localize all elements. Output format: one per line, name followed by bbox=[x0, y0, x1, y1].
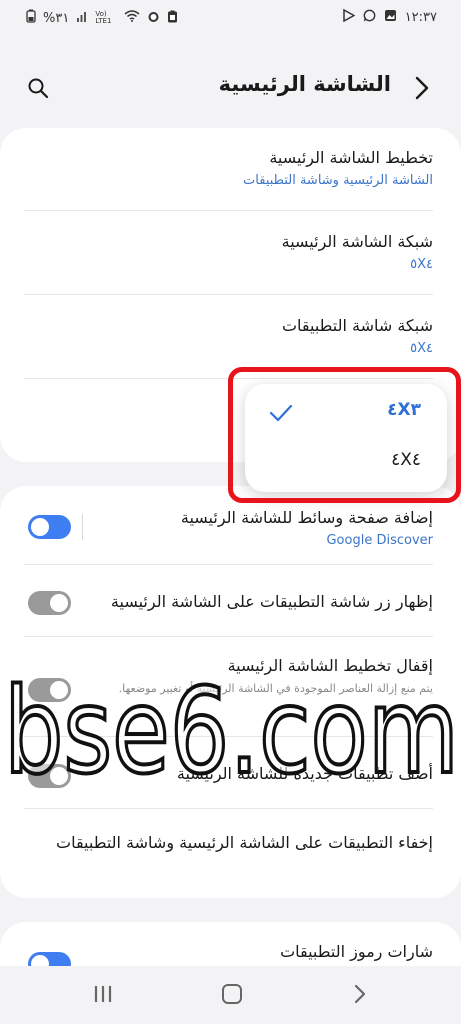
apps-button-title: إظهار زر شاشة التطبيقات على الشاشة الرئي… bbox=[110, 592, 433, 611]
wifi-icon bbox=[124, 10, 140, 26]
home-layout-setting[interactable]: تخطيط الشاشة الرئيسية الشاشة الرئيسية وش… bbox=[24, 148, 433, 188]
divider bbox=[24, 808, 433, 809]
app-badges-setting[interactable]: شارات رموز التطبيقات bbox=[96, 942, 433, 961]
status-right: ١٢:٣٧ bbox=[342, 8, 437, 26]
status-bar: %٣١ Vo) LTE1 ١٢:٣٧ bbox=[0, 0, 461, 34]
divider bbox=[24, 564, 433, 565]
whatsapp-icon bbox=[363, 9, 376, 26]
apps-grid-setting[interactable]: شبكة شاشة التطبيقات ٥X٤ bbox=[24, 316, 433, 356]
home-grid-title: شبكة الشاشة الرئيسية bbox=[281, 232, 433, 251]
separator bbox=[82, 514, 83, 540]
home-icon[interactable] bbox=[222, 984, 242, 1004]
signal-icon bbox=[76, 10, 88, 26]
hide-apps-title: إخفاء التطبيقات على الشاشة الرئيسية وشاش… bbox=[56, 833, 433, 852]
divider bbox=[24, 210, 433, 211]
media-page-value: Google Discover bbox=[326, 533, 433, 548]
page-title: الشاشة الرئيسية bbox=[218, 72, 391, 96]
app-header: الشاشة الرئيسية bbox=[0, 64, 461, 114]
recents-icon[interactable] bbox=[92, 984, 114, 1004]
media-page-setting[interactable]: إضافة صفحة وسائط للشاشة الرئيسية Google … bbox=[96, 508, 433, 548]
navigation-bar bbox=[0, 966, 461, 1024]
apps-button-setting[interactable]: إظهار زر شاشة التطبيقات على الشاشة الرئي… bbox=[96, 592, 433, 611]
toggle-knob bbox=[31, 518, 49, 536]
clipboard-icon bbox=[167, 10, 178, 27]
divider bbox=[24, 636, 433, 637]
hide-apps-setting[interactable]: إخفاء التطبيقات على الشاشة الرئيسية وشاش… bbox=[28, 830, 433, 856]
apps-button-toggle[interactable] bbox=[28, 591, 71, 615]
apps-grid-title: شبكة شاشة التطبيقات bbox=[281, 316, 433, 335]
home-layout-title: تخطيط الشاشة الرئيسية bbox=[269, 148, 433, 167]
home-layout-value: الشاشة الرئيسية وشاشة التطبيقات bbox=[243, 173, 433, 188]
media-page-title: إضافة صفحة وسائط للشاشة الرئيسية bbox=[180, 508, 433, 527]
media-page-toggle[interactable] bbox=[28, 515, 71, 539]
toggle-knob bbox=[50, 594, 68, 612]
apps-grid-value: ٥X٤ bbox=[410, 341, 433, 356]
watermark-text: bse6.com bbox=[4, 662, 459, 790]
divider bbox=[24, 294, 433, 295]
highlight-outline bbox=[228, 367, 461, 503]
home-grid-setting[interactable]: شبكة الشاشة الرئيسية ٥X٤ bbox=[24, 232, 433, 272]
search-icon[interactable] bbox=[26, 76, 50, 100]
battery-percent: %٣١ bbox=[43, 10, 70, 26]
clock-time: ١٢:٣٧ bbox=[404, 10, 437, 25]
watermark: bse6.com bbox=[0, 660, 461, 802]
alarm-icon bbox=[147, 10, 160, 27]
battery-icon bbox=[26, 9, 36, 27]
app-badges-title: شارات رموز التطبيقات bbox=[280, 942, 433, 961]
back-arrow-icon[interactable] bbox=[411, 74, 433, 102]
status-left: %٣١ Vo) LTE1 bbox=[26, 9, 178, 27]
network-label: Vo) LTE1 bbox=[95, 10, 112, 25]
play-icon bbox=[342, 8, 356, 26]
home-grid-value: ٥X٤ bbox=[410, 257, 433, 272]
gallery-icon bbox=[384, 9, 397, 26]
nav-back-icon[interactable] bbox=[352, 983, 368, 1005]
